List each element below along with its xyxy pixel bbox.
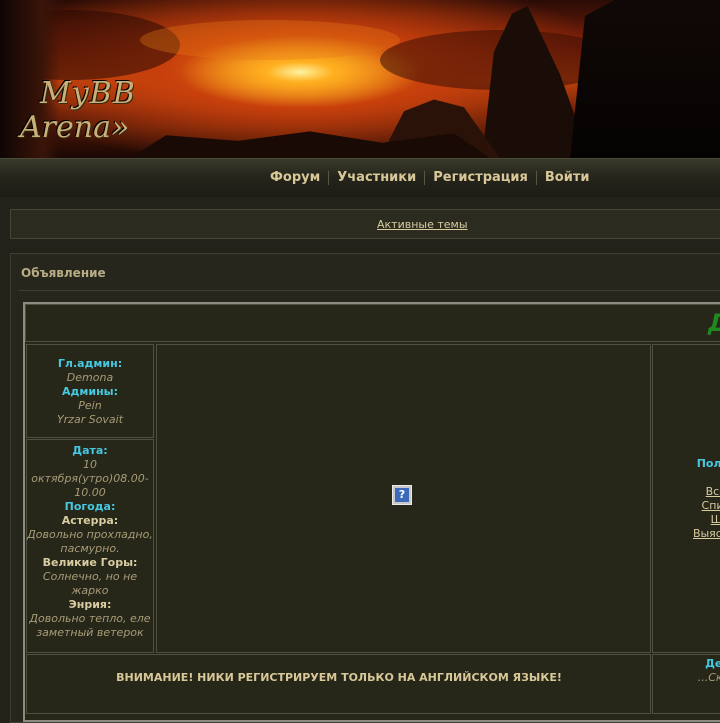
- useful-link[interactable]: Шабл: [693, 513, 720, 527]
- useful-link[interactable]: Все об: [693, 485, 720, 499]
- weather-label: Погода:: [64, 500, 116, 513]
- useful-links-cell: Полезн П Все об Список Шабл Выяснен: [652, 344, 720, 653]
- active-topics-bar: Активные темы: [10, 209, 720, 239]
- site-logo[interactable]: MyBB Arena»: [18, 76, 148, 156]
- divider: [19, 290, 720, 291]
- announcement-title: Объявление: [21, 266, 106, 280]
- region-weather: Солнечно, но не жарко: [42, 570, 138, 597]
- date-weather-cell: Дата: 10 октября(утро)08.00-10.00 Погода…: [26, 439, 154, 653]
- admins-label: Админы:: [61, 385, 119, 398]
- head-admin-label: Гл.админ:: [57, 357, 123, 370]
- admin-name[interactable]: Yrzar Sovait: [27, 413, 153, 427]
- actions-label: Дейст: [705, 657, 720, 670]
- date-value: 10 октября(утро)08.00-10.00: [31, 458, 149, 499]
- region-weather: Довольно тепло, еле заметный ветерок: [29, 612, 151, 639]
- useful-link[interactable]: Список: [693, 499, 720, 513]
- heading-row: Д: [25, 304, 720, 342]
- actions-cell: Дейст ...Скоро в: [652, 654, 720, 714]
- region-name: Великие Горы:: [42, 556, 138, 569]
- useful-link[interactable]: Выяснен: [693, 527, 720, 541]
- header-banner: MyBB Arena»: [0, 0, 720, 158]
- center-image-cell: ?: [156, 344, 651, 653]
- date-label: Дата:: [72, 444, 108, 457]
- warning-cell: ВНИМАНИЕ! НИКИ РЕГИСТРИРУЕМ ТОЛЬКО НА АН…: [26, 654, 651, 714]
- logo-line2: Arena»: [20, 110, 130, 145]
- nav-register-link[interactable]: Регистрация: [425, 171, 537, 185]
- actions-text: ...Скоро: [697, 671, 720, 684]
- nav-forum-link[interactable]: Форум: [262, 171, 330, 185]
- announcement-table: Д Гл.админ: Demona Админы: Pein Yrzar So…: [23, 302, 720, 722]
- useful-label: Полезн: [696, 457, 720, 470]
- head-admin-name[interactable]: Demona: [27, 371, 153, 385]
- nav-login-link[interactable]: Войти: [537, 171, 598, 185]
- broken-image-icon[interactable]: ?: [392, 485, 412, 505]
- admin-name[interactable]: Pein: [27, 399, 153, 413]
- useful-link[interactable]: П: [693, 471, 720, 485]
- staff-cell: Гл.админ: Demona Админы: Pein Yrzar Sova…: [26, 344, 154, 438]
- useful-links: Полезн П Все об Список Шабл Выяснен: [693, 457, 720, 541]
- actions-text: в: [698, 685, 720, 699]
- announcement-panel: Объявление Д Гл.админ: Demona Админы: Pe…: [10, 253, 720, 723]
- region-weather: Довольно прохладно, пасмурно.: [27, 528, 153, 555]
- registration-warning: ВНИМАНИЕ! НИКИ РЕГИСТРИРУЕМ ТОЛЬКО НА АН…: [116, 671, 562, 684]
- main-nav: Форум Участники Регистрация Войти: [0, 158, 720, 197]
- active-topics-link[interactable]: Активные темы: [377, 218, 468, 231]
- region-name: Астерра:: [61, 514, 119, 527]
- heading-text: Д: [708, 309, 720, 337]
- logo-line1: MyBB: [40, 76, 136, 111]
- region-name: Энрия:: [68, 598, 112, 611]
- nav-members-link[interactable]: Участники: [329, 171, 426, 185]
